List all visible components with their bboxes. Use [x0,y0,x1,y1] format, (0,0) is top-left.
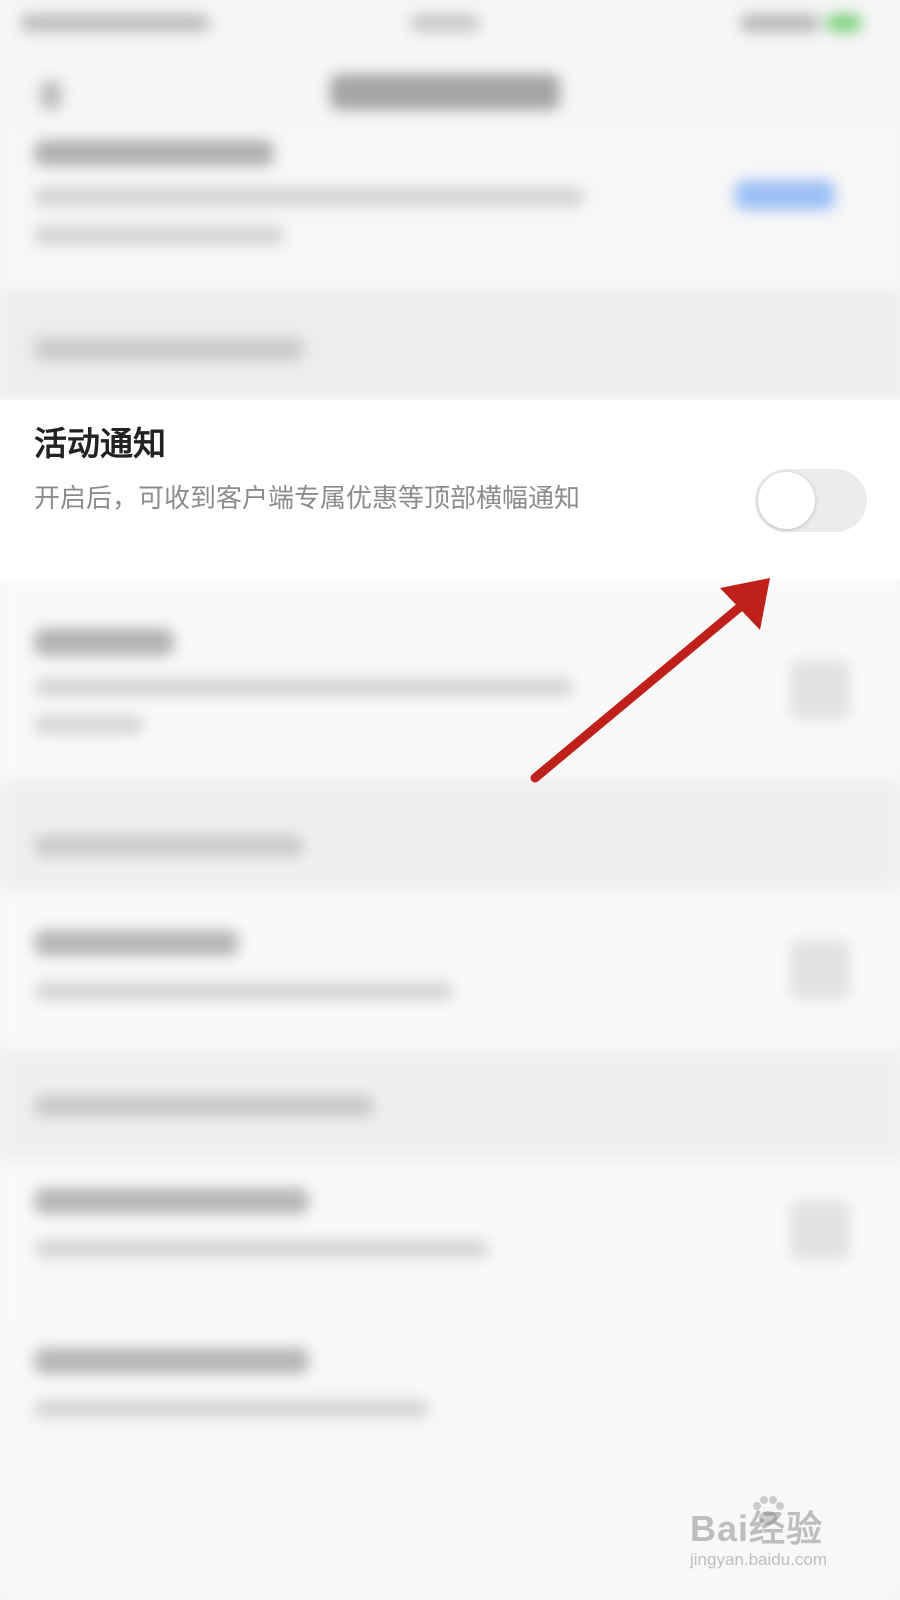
paw-icon [753,1496,784,1525]
watermark-url: jingyan.baidu.com [690,1550,828,1569]
watermark: Bai经验 jingyan.baidu.com [690,1496,880,1580]
annotation-arrow [530,578,770,783]
